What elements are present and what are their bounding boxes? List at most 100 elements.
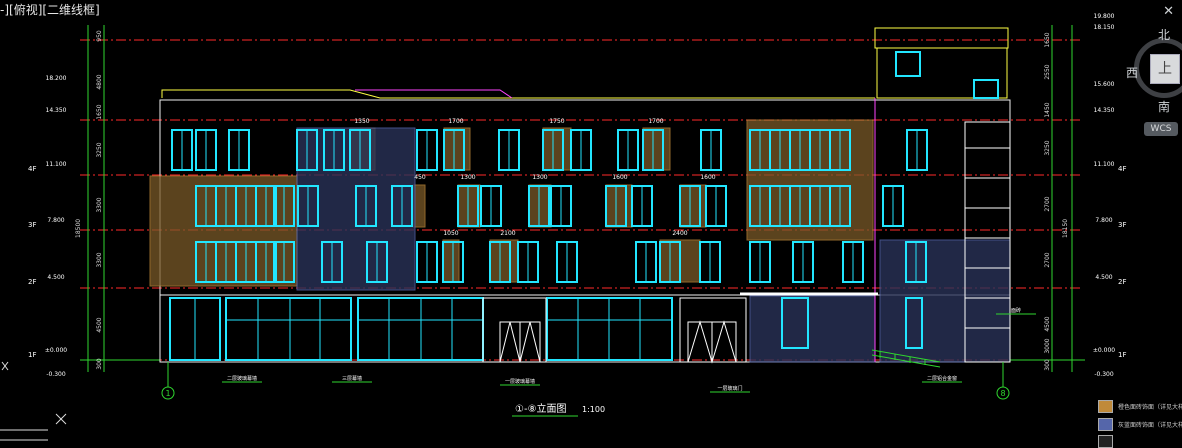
dimension-value: 1650 (96, 104, 103, 119)
window (631, 185, 653, 227)
level-name: 2F (1118, 278, 1126, 286)
dimension-value: 1450 (1044, 102, 1051, 117)
level-value: 14.350 (46, 107, 67, 114)
close-icon[interactable]: ✕ (1163, 4, 1174, 19)
window (882, 185, 904, 227)
window (635, 241, 657, 283)
wcs-button[interactable]: WCS (1144, 122, 1178, 136)
level-value: 4.500 (1095, 274, 1112, 281)
level-value: ±0.000 (45, 347, 67, 354)
dimension-value: 3300 (96, 197, 103, 212)
orange-brick-panels (149, 119, 874, 287)
window (906, 129, 928, 171)
window (705, 185, 727, 227)
window (480, 185, 502, 227)
dimension-value: 3250 (96, 142, 103, 157)
window (842, 241, 864, 283)
level-name: 1F (28, 351, 36, 359)
callout-text: 二层铝合金窗 (927, 375, 957, 382)
level-value: 7.800 (1095, 217, 1112, 224)
window-dimension: 1300 (460, 174, 475, 181)
callout-text: 三层幕墙 (342, 375, 362, 382)
callout-text: 一层玻璃门 (717, 385, 742, 392)
level-value: 15.600 (1094, 81, 1115, 88)
window (556, 241, 578, 283)
level-name: 4F (1118, 165, 1126, 173)
window (699, 241, 721, 283)
compass-south[interactable]: 南 (1158, 98, 1170, 115)
window (570, 129, 592, 171)
axis-label-left: 1 (165, 389, 170, 398)
level-value: 19.800 (1094, 13, 1115, 20)
drawing-title: ①-⑧立面图 (515, 402, 567, 415)
dimension-value: 3000 (1044, 338, 1051, 353)
dimension-value: 4500 (1044, 316, 1051, 331)
dimension-value: 1650 (1044, 32, 1051, 47)
model-viewport[interactable]: -][俯视][二维线框] 1 8 ①-⑧立面图 1:100 18.200 14.… (0, 0, 1182, 448)
level-value: -0.300 (1094, 371, 1114, 378)
legend-text-orange: 橙色面砖饰面（详见大样） (1118, 404, 1182, 411)
legend-swatch-extra (1098, 435, 1113, 448)
window (416, 129, 438, 171)
level-name: 3F (28, 221, 36, 229)
level-value: 7.800 (47, 217, 64, 224)
roof-outline (161, 27, 1009, 99)
dimension-value: 2550 (1044, 64, 1051, 79)
window (700, 129, 722, 171)
viewcube[interactable]: 北 西 南 上 WCS (1124, 24, 1182, 142)
entrance-doors (482, 297, 747, 364)
window-dimension: 1700 (648, 118, 663, 125)
left-dimension-labels: 950 4800 1650 3250 3300 3300 4500 300 (96, 30, 103, 370)
overall-height-left: 18500 (75, 219, 82, 238)
window-dimension: 1700 (448, 118, 463, 125)
window-dimension: 1600 (700, 174, 715, 181)
window-dimension: 2100 (500, 230, 515, 237)
level-value: 11.100 (1094, 161, 1115, 168)
window-dimension: 1350 (354, 118, 369, 125)
window (498, 129, 520, 171)
level-value: -0.300 (46, 371, 66, 378)
callout-text: 一层玻璃幕墙 (505, 378, 535, 385)
level-name: 2F (28, 278, 36, 286)
window (792, 241, 814, 283)
level-name: 4F (28, 165, 36, 173)
level-value: 14.350 (1094, 107, 1115, 114)
dimension-value: 950 (96, 30, 103, 42)
compass-west[interactable]: 西 (1126, 64, 1138, 81)
legend-swatch-orange (1098, 400, 1113, 413)
left-level-labels: 18.200 14.350 4F 11.100 3F 7.800 2F 4.500 1F ±0.0… (28, 75, 67, 378)
dimension-value: 4500 (96, 317, 103, 332)
legend-swatch-blue (1098, 418, 1113, 431)
dimension-value: 2700 (1044, 196, 1051, 211)
level-value: 18.150 (1094, 24, 1115, 31)
window (517, 241, 539, 283)
right-dimension-labels: 1650 2550 1450 3250 2700 2700 4500 3000 300 (1044, 32, 1051, 371)
right-level-labels: 19.800 18.150 15.600 14.350 4F11.100 3F 7.800 2… (1093, 13, 1127, 378)
ground-floor-mullions (194, 298, 672, 360)
compass-north[interactable]: 北 (1158, 26, 1170, 43)
window (749, 241, 771, 283)
viewcube-top-face[interactable]: 上 (1150, 54, 1180, 84)
dimension-value: 2700 (1044, 252, 1051, 267)
level-name: 3F (1118, 221, 1126, 229)
viewport-controls-label[interactable]: -][俯视][二维线框] (0, 1, 100, 18)
window-dimension: 450 (414, 174, 426, 181)
drawing-scale: 1:100 (582, 405, 605, 414)
overall-height-right: 18150 (1062, 219, 1069, 238)
axis-label-right: 8 (1000, 389, 1005, 398)
window (195, 129, 217, 171)
dimension-value: 300 (96, 358, 103, 370)
level-value: 11.100 (46, 161, 67, 168)
window (416, 241, 438, 283)
axis-bubbles (161, 362, 1010, 400)
window (228, 129, 250, 171)
window-dimension: 1050 (443, 230, 458, 237)
window (617, 129, 639, 171)
level-name: 1F (1118, 351, 1126, 359)
level-value: ±0.000 (1093, 347, 1115, 354)
callout-text: 二层玻璃幕墙 (227, 375, 257, 382)
dimension-value: 4800 (96, 74, 103, 89)
dimension-value: 3250 (1044, 140, 1051, 155)
window-dimension: 1300 (532, 174, 547, 181)
dimension-value: 300 (1044, 359, 1051, 371)
